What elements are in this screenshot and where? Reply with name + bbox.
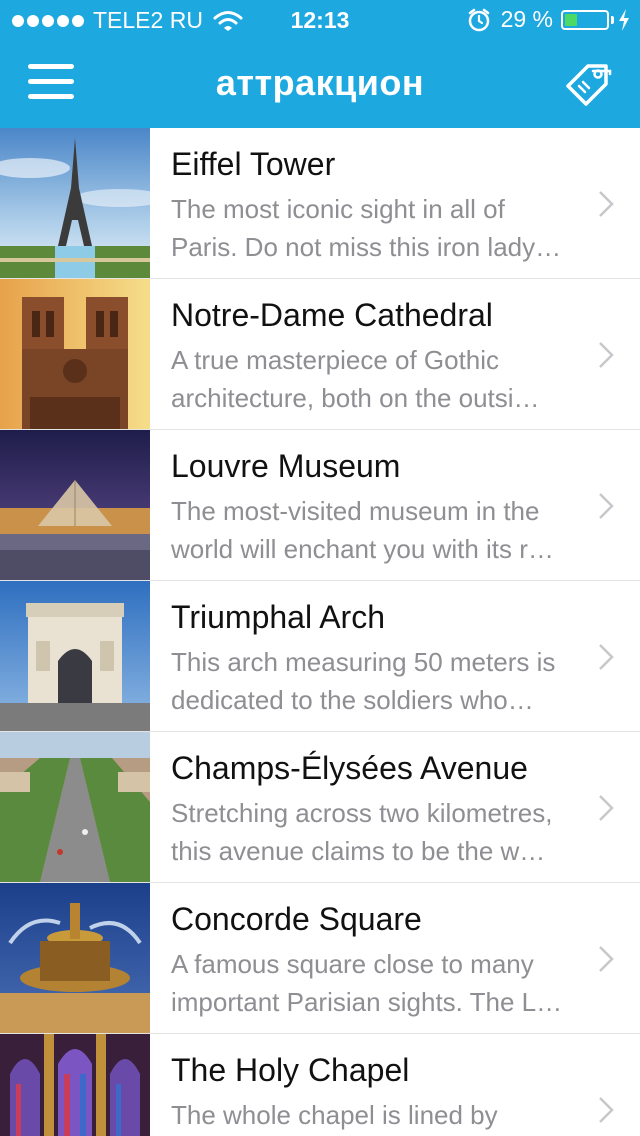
concorde-square-photo <box>0 883 150 1033</box>
description-line: dedicated to the soldiers who… <box>171 685 534 715</box>
eiffel-tower-photo <box>0 128 150 278</box>
charging-bolt-icon <box>619 8 629 31</box>
attraction-title: The Holy Chapel <box>171 1052 410 1088</box>
description-line: This arch measuring 50 meters is <box>171 647 556 677</box>
list-item-eiffel-tower[interactable]: Eiffel Tower The most iconic sight in al… <box>0 128 640 279</box>
navigation-bar: аттракцион <box>0 40 640 128</box>
chevron-right-icon <box>599 946 614 972</box>
holy-chapel-photo <box>0 1034 150 1136</box>
description-line: architecture, both on the outsi… <box>171 383 540 413</box>
chevron-right-icon <box>599 493 614 519</box>
champs-elysees-avenue-photo <box>0 732 150 882</box>
attraction-title: Eiffel Tower <box>171 146 336 182</box>
description-line: The most-visited museum in the <box>171 496 540 526</box>
chevron-right-icon <box>599 191 614 217</box>
description-line: A true masterpiece of Gothic <box>171 345 500 375</box>
attraction-description: This arch measuring 50 meters is dedicat… <box>171 643 589 721</box>
chevron-right-icon <box>599 1097 614 1123</box>
list-item-louvre-museum[interactable]: Louvre Museum The most-visited museum in… <box>0 430 640 581</box>
list-item-holy-chapel[interactable]: The Holy Chapel The whole chapel is line… <box>0 1034 640 1136</box>
description-line: world will enchant you with its r… <box>171 534 554 564</box>
description-line: important Parisian sights. The L… <box>171 987 563 1017</box>
description-line: The whole chapel is lined by <box>171 1100 498 1130</box>
description-line: The most iconic sight in all of <box>171 194 505 224</box>
attractions-list: Eiffel Tower The most iconic sight in al… <box>0 128 640 1136</box>
list-item-notre-dame-cathedral[interactable]: Notre-Dame Cathedral A true masterpiece … <box>0 279 640 430</box>
attraction-title: Notre-Dame Cathedral <box>171 297 493 333</box>
chevron-right-icon <box>599 644 614 670</box>
attraction-title: Concorde Square <box>171 901 422 937</box>
attraction-title: Champs-Élysées Avenue <box>171 750 528 786</box>
tag-icon[interactable] <box>566 62 614 106</box>
attraction-description: The most iconic sight in all of Paris. D… <box>171 190 589 268</box>
list-item-champs-elysees-avenue[interactable]: Champs-Élysées Avenue Stretching across … <box>0 732 640 883</box>
description-line: Paris. Do not miss this iron lady… <box>171 232 562 262</box>
description-line: this avenue claims to be the w… <box>171 836 546 866</box>
alarm-clock-icon <box>468 8 489 31</box>
attraction-description: A famous square close to many important … <box>171 945 589 1023</box>
louvre-museum-photo <box>0 430 150 580</box>
app-screen: TELE2 RU 12:13 29 % аттракцион Eiffel To… <box>0 0 640 1136</box>
attraction-description: A true masterpiece of Gothic architectur… <box>171 341 589 419</box>
description-line: Stretching across two kilometres, <box>171 798 553 828</box>
description-line: A famous square close to many <box>171 949 534 979</box>
page-title: аттракцион <box>215 62 425 103</box>
status-bar: TELE2 RU 12:13 29 % <box>0 0 640 40</box>
chevron-right-icon <box>599 342 614 368</box>
triumphal-arch-photo <box>0 581 150 731</box>
chevron-right-icon <box>599 795 614 821</box>
battery-percentage: 29 % <box>500 6 553 32</box>
list-item-triumphal-arch[interactable]: Triumphal Arch This arch measuring 50 me… <box>0 581 640 732</box>
top-bar: TELE2 RU 12:13 29 % аттракцион <box>0 0 640 128</box>
attraction-description: Stretching across two kilometres, this a… <box>171 794 589 872</box>
battery-level-fill <box>565 13 577 26</box>
battery-cap <box>611 15 614 24</box>
attraction-description: The most-visited museum in the world wil… <box>171 492 589 570</box>
list-item-concorde-square[interactable]: Concorde Square A famous square close to… <box>0 883 640 1034</box>
attraction-title: Louvre Museum <box>171 448 401 484</box>
notre-dame-cathedral-photo <box>0 279 150 429</box>
attraction-title: Triumphal Arch <box>171 599 385 635</box>
attraction-description: The whole chapel is lined by <box>171 1096 589 1136</box>
battery-icon <box>561 9 609 30</box>
